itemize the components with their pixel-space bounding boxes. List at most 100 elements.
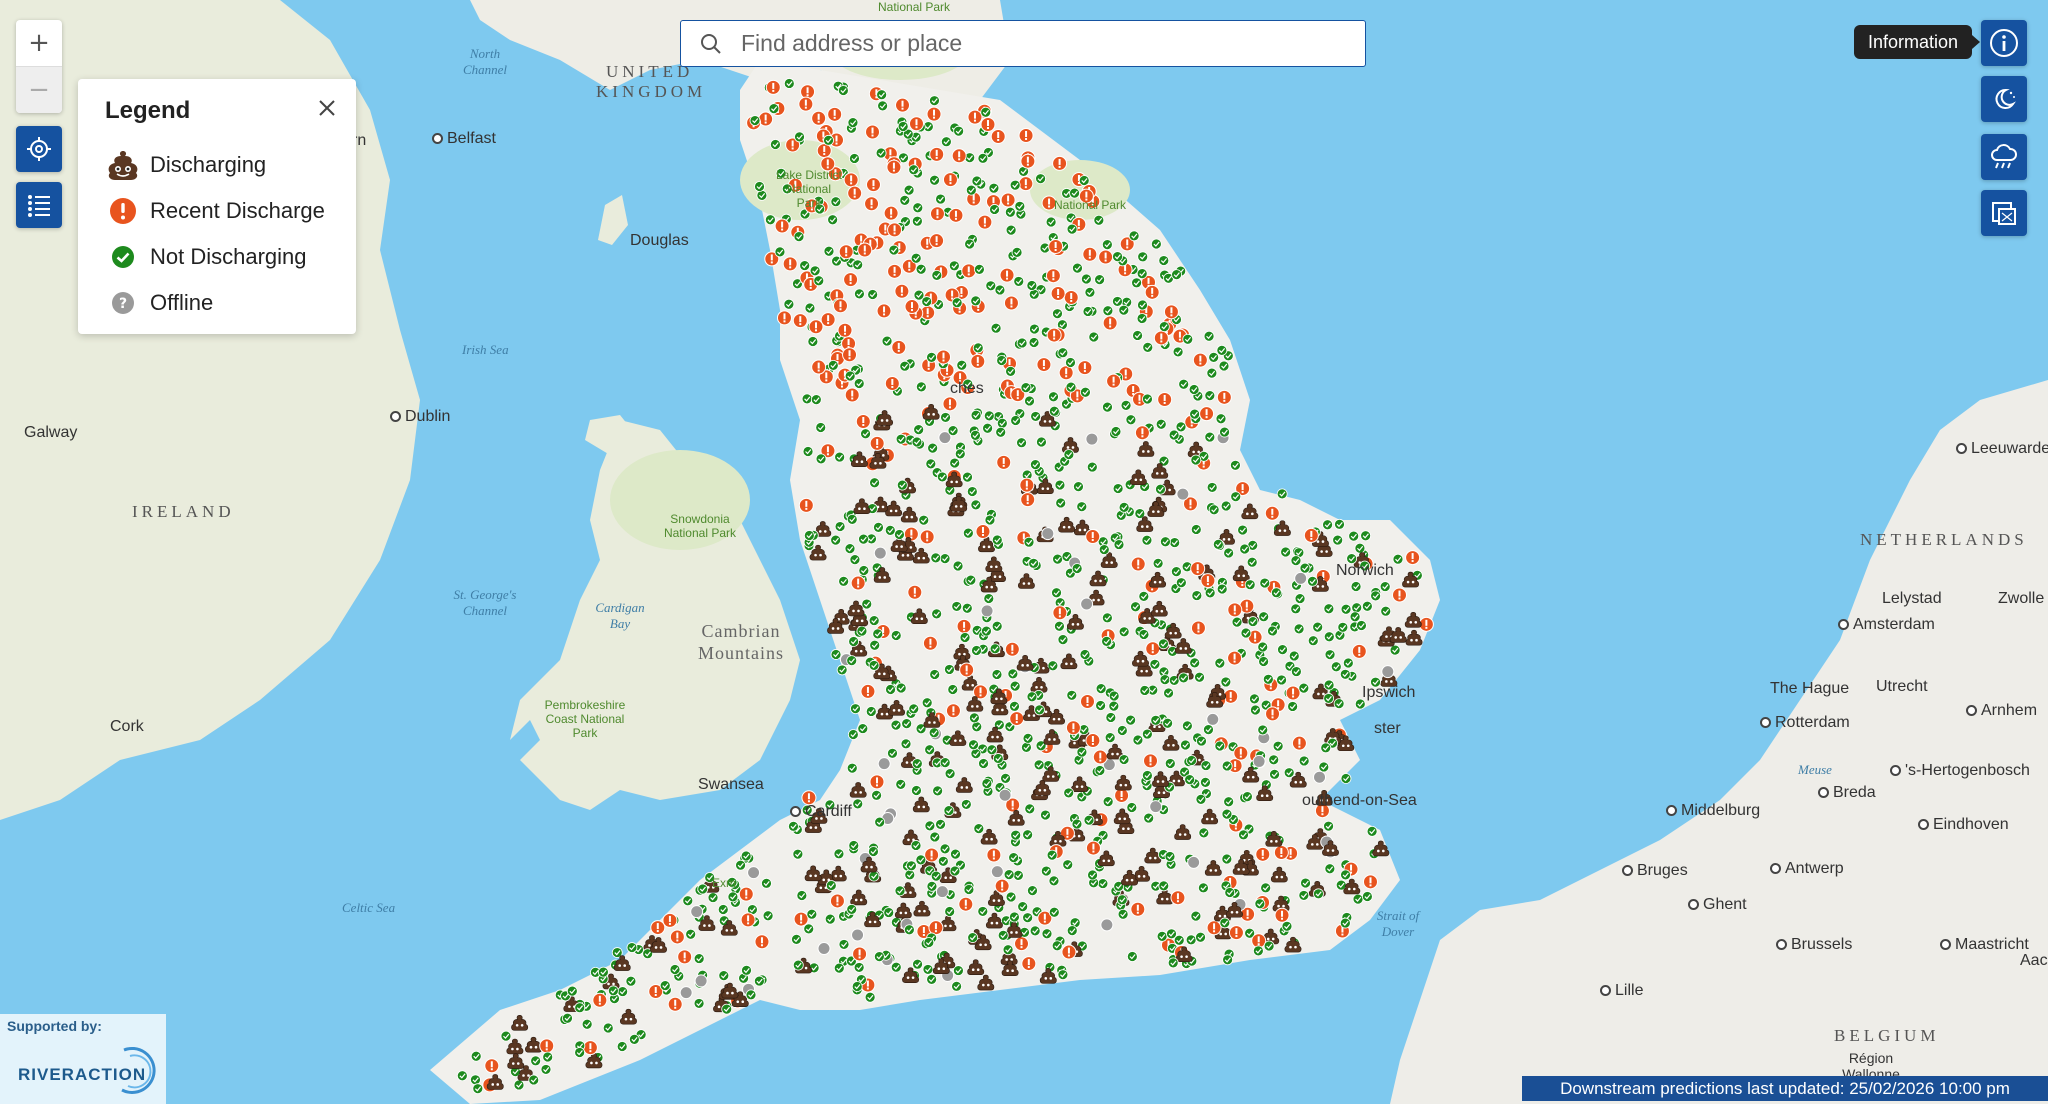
not-discharging-marker[interactable] <box>1262 673 1274 685</box>
not-discharging-marker[interactable] <box>991 620 1003 632</box>
not-discharging-marker[interactable] <box>830 534 842 546</box>
not-discharging-marker[interactable] <box>1333 698 1345 710</box>
not-discharging-marker[interactable] <box>1052 553 1063 565</box>
not-discharging-marker[interactable] <box>944 768 956 780</box>
not-discharging-marker[interactable] <box>803 530 815 541</box>
not-discharging-marker[interactable] <box>1048 405 1060 417</box>
recent-discharge-marker[interactable] <box>864 196 880 212</box>
not-discharging-marker[interactable] <box>721 1003 733 1015</box>
not-discharging-marker[interactable] <box>935 819 946 830</box>
not-discharging-marker[interactable] <box>844 370 856 382</box>
not-discharging-marker[interactable] <box>1312 621 1324 633</box>
not-discharging-marker[interactable] <box>1171 269 1182 281</box>
not-discharging-marker[interactable] <box>1324 863 1336 875</box>
recent-discharge-marker[interactable] <box>1052 155 1068 171</box>
not-discharging-marker[interactable] <box>530 1055 542 1067</box>
not-discharging-marker[interactable] <box>1131 277 1142 289</box>
recent-discharge-marker[interactable] <box>951 148 967 164</box>
not-discharging-marker[interactable] <box>1139 685 1151 696</box>
not-discharging-marker[interactable] <box>915 263 927 275</box>
not-discharging-marker[interactable] <box>996 417 1008 429</box>
recent-discharge-marker[interactable] <box>1018 176 1034 192</box>
not-discharging-marker[interactable] <box>854 288 865 300</box>
not-discharging-marker[interactable] <box>1029 925 1041 937</box>
not-discharging-marker[interactable] <box>1294 593 1306 604</box>
not-discharging-marker[interactable] <box>1080 273 1092 285</box>
not-discharging-marker[interactable] <box>802 446 814 457</box>
not-discharging-marker[interactable] <box>1332 534 1344 546</box>
not-discharging-marker[interactable] <box>846 513 858 525</box>
recent-discharge-marker[interactable] <box>857 242 873 258</box>
not-discharging-marker[interactable] <box>981 625 992 637</box>
not-discharging-marker[interactable] <box>1337 621 1349 633</box>
not-discharging-marker[interactable] <box>895 433 907 445</box>
not-discharging-marker[interactable] <box>1348 530 1360 542</box>
not-discharging-marker[interactable] <box>1026 280 1038 291</box>
not-discharging-marker[interactable] <box>874 816 886 828</box>
not-discharging-marker[interactable] <box>1298 755 1310 767</box>
not-discharging-marker[interactable] <box>959 632 971 643</box>
not-discharging-marker[interactable] <box>951 601 963 612</box>
offline-marker[interactable] <box>1252 754 1266 768</box>
not-discharging-marker[interactable] <box>924 744 936 756</box>
not-discharging-marker[interactable] <box>1191 590 1203 601</box>
recent-discharge-marker[interactable] <box>1063 289 1079 305</box>
recent-discharge-marker[interactable] <box>1273 845 1289 861</box>
not-discharging-marker[interactable] <box>1155 418 1167 430</box>
not-discharging-marker[interactable] <box>1116 894 1128 906</box>
not-discharging-marker[interactable] <box>1138 590 1150 602</box>
not-discharging-marker[interactable] <box>836 664 848 676</box>
not-discharging-marker[interactable] <box>894 885 906 897</box>
offline-marker[interactable] <box>679 986 693 1000</box>
recent-discharge-marker[interactable] <box>1092 749 1108 765</box>
not-discharging-marker[interactable] <box>1272 740 1284 752</box>
not-discharging-marker[interactable] <box>1361 600 1373 612</box>
recent-discharge-marker[interactable] <box>1285 685 1301 701</box>
not-discharging-marker[interactable] <box>849 554 861 566</box>
not-discharging-marker[interactable] <box>921 296 933 307</box>
recent-discharge-marker[interactable] <box>1405 550 1421 566</box>
not-discharging-marker[interactable] <box>899 360 911 372</box>
not-discharging-marker[interactable] <box>1190 524 1202 535</box>
not-discharging-marker[interactable] <box>764 214 776 226</box>
not-discharging-marker[interactable] <box>1141 534 1153 546</box>
not-discharging-marker[interactable] <box>827 214 839 226</box>
not-discharging-marker[interactable] <box>669 964 681 975</box>
recent-discharge-marker[interactable] <box>1082 246 1098 262</box>
not-discharging-marker[interactable] <box>1055 497 1067 509</box>
not-discharging-marker[interactable] <box>931 270 943 281</box>
not-discharging-marker[interactable] <box>823 134 834 146</box>
not-discharging-marker[interactable] <box>1339 668 1351 680</box>
not-discharging-marker[interactable] <box>1257 724 1269 736</box>
not-discharging-marker[interactable] <box>1005 224 1017 236</box>
not-discharging-marker[interactable] <box>1009 911 1020 923</box>
not-discharging-marker[interactable] <box>1168 429 1180 441</box>
not-discharging-marker[interactable] <box>1300 877 1311 889</box>
not-discharging-marker[interactable] <box>991 669 1003 680</box>
offline-marker[interactable] <box>747 866 761 880</box>
not-discharging-marker[interactable] <box>847 117 859 129</box>
recent-discharge-marker[interactable] <box>738 886 754 902</box>
recent-discharge-marker[interactable] <box>832 298 848 314</box>
riveraction-logo[interactable]: RIVERACTION <box>0 1038 166 1104</box>
not-discharging-marker[interactable] <box>1027 885 1038 896</box>
recent-discharge-marker[interactable] <box>922 635 938 651</box>
recent-discharge-marker[interactable] <box>1014 936 1030 952</box>
not-discharging-marker[interactable] <box>1142 393 1153 405</box>
not-discharging-marker[interactable] <box>1307 635 1319 647</box>
not-discharging-marker[interactable] <box>871 789 882 801</box>
not-discharging-marker[interactable] <box>1040 865 1052 877</box>
not-discharging-marker[interactable] <box>774 246 786 258</box>
not-discharging-marker[interactable] <box>1351 602 1363 614</box>
not-discharging-marker[interactable] <box>1322 519 1333 531</box>
recent-discharge-marker[interactable] <box>929 146 945 162</box>
not-discharging-marker[interactable] <box>1022 912 1034 924</box>
not-discharging-marker[interactable] <box>1102 401 1113 413</box>
recent-discharge-marker[interactable] <box>1145 641 1161 657</box>
not-discharging-marker[interactable] <box>1137 299 1148 311</box>
not-discharging-marker[interactable] <box>1200 777 1211 788</box>
not-discharging-marker[interactable] <box>602 1022 614 1034</box>
not-discharging-marker[interactable] <box>1136 268 1148 280</box>
not-discharging-marker[interactable] <box>1216 344 1228 356</box>
not-discharging-marker[interactable] <box>1104 732 1116 744</box>
